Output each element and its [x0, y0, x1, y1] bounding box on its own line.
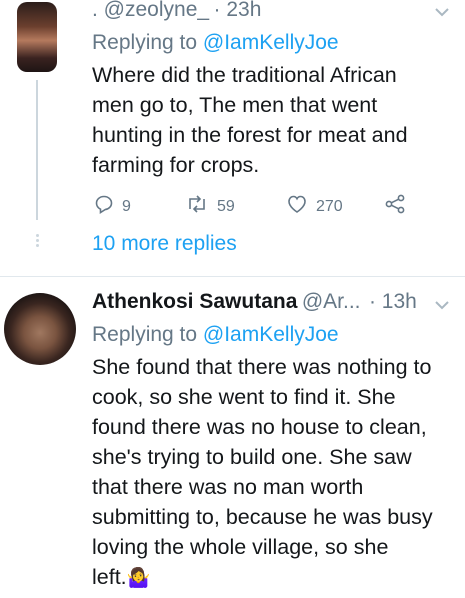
tweet1-text-line: Where did the traditional African: [92, 63, 397, 87]
divider: [0, 276, 465, 277]
retweet-count: 59: [217, 197, 235, 215]
tweet2-text-line: she's trying to build one. She saw: [92, 445, 412, 469]
tweet1-text: Where did the traditional African men go…: [92, 60, 452, 180]
retweet-button[interactable]: 59: [185, 194, 235, 219]
tweet1-text-line: farming for crops.: [92, 153, 260, 177]
tweet2-text: She found that there was nothing to cook…: [92, 352, 457, 594]
reply-icon: [94, 194, 122, 219]
tweet2-time[interactable]: · 13h: [369, 290, 417, 313]
tweet1-replying-to: Replying to @IamKellyJoe: [92, 31, 339, 54]
chevron-down-icon[interactable]: [434, 5, 450, 17]
share-icon: [384, 194, 414, 219]
tweet2-text-line: She found that there was nothing to: [92, 355, 432, 379]
share-button[interactable]: [384, 194, 414, 219]
chevron-down-icon[interactable]: [434, 298, 450, 310]
more-replies-link[interactable]: 10 more replies: [92, 232, 237, 256]
thread-line: [36, 80, 38, 220]
like-icon: [286, 194, 316, 219]
tweet2-text-line: loving the whole village, so she: [92, 535, 389, 559]
tweet1-header: . @zeolyne_ · 23h: [92, 0, 261, 22]
tweet1-time[interactable]: · 23h: [214, 0, 262, 21]
reply-button[interactable]: 9: [94, 194, 131, 219]
tweet2-display-name[interactable]: Athenkosi Sawutana: [92, 290, 297, 313]
like-button[interactable]: 270: [286, 194, 343, 219]
tweet2-reply-handle-link[interactable]: @IamKellyJoe: [203, 323, 339, 346]
retweet-icon: [185, 194, 217, 219]
tweet2-last-line: left.🤷‍♀️: [92, 565, 151, 589]
tweet2-text-line: cook, so she went to find it. She: [92, 385, 396, 409]
avatar-athenkosi[interactable]: [4, 293, 76, 365]
tweet2-handle[interactable]: @Ar...: [302, 290, 361, 313]
avatar-zeolyne[interactable]: [17, 2, 57, 72]
tweet1-text-line: men go to, The men that went: [92, 93, 378, 117]
like-count: 270: [316, 197, 343, 215]
tweet2-replying-to: Replying to @IamKellyJoe: [92, 323, 339, 346]
tweet2-text-line: that there was no man worth: [92, 475, 364, 499]
tweet2-header: Athenkosi Sawutana @Ar... · 13h: [92, 290, 417, 314]
thread-dots: [33, 233, 41, 253]
shrug-emoji: 🤷‍♀️: [126, 568, 151, 589]
tweet1-reply-handle-link[interactable]: @IamKellyJoe: [203, 31, 339, 54]
tweet2-text-line: submitting to, because he was busy: [92, 505, 433, 529]
tweet1-handle[interactable]: . @zeolyne_: [92, 0, 209, 21]
tweet1-text-line: hunting in the forest for meat and: [92, 123, 408, 147]
tweet2-text-line: found there was no house to clean,: [92, 415, 427, 439]
reply-count: 9: [122, 197, 131, 215]
